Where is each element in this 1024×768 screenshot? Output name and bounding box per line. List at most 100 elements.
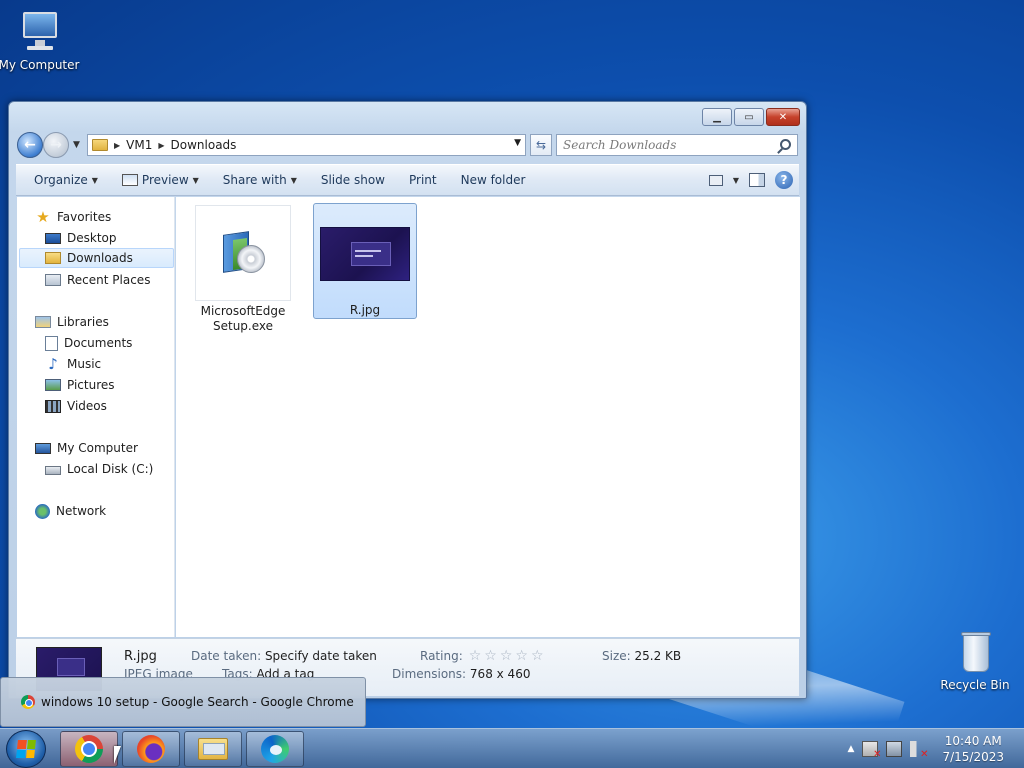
desktop-icon-label: Recycle Bin [940,678,1010,692]
libraries-icon [35,316,51,328]
installer-icon [219,227,267,279]
nav-videos[interactable]: Videos [45,396,107,416]
volume-muted-icon[interactable] [910,741,928,760]
breadcrumb-vm1[interactable]: VM1 [126,138,152,152]
recent-places-icon [45,274,61,286]
nav-label: Network [56,504,107,518]
organize-button[interactable]: Organize ▼ [22,168,110,192]
new-folder-button[interactable]: New folder [449,168,538,192]
file-name: R.jpg [349,303,381,317]
print-button[interactable]: Print [397,168,449,192]
image-thumbnail [320,227,410,281]
address-dropdown-icon[interactable]: ▼ [514,138,521,148]
details-rating: Rating: ☆☆☆☆☆ [420,648,547,664]
show-hidden-icons-icon[interactable]: ▲ [848,744,855,754]
network-tray-icon[interactable] [886,741,903,757]
organize-label: Organize [34,173,88,187]
history-dropdown-icon[interactable]: ▼ [73,140,83,150]
nav-label: Videos [67,399,107,413]
details-label: Size: [602,649,631,663]
taskbar-firefox[interactable] [122,731,180,767]
downloads-folder-icon [45,252,61,264]
help-icon[interactable]: ? [775,171,793,189]
caret-down-icon: ▼ [192,175,199,185]
hard-disk-icon [45,466,61,475]
nav-label: Libraries [57,315,109,329]
search-icon[interactable] [780,139,791,150]
preview-button[interactable]: Preview ▼ [110,168,211,192]
share-with-label: Share with [222,173,287,187]
close-button[interactable]: ✕ [766,108,800,126]
forward-button[interactable]: → [43,132,69,158]
search-input[interactable] [563,138,763,152]
nav-label: Documents [64,336,133,350]
dimensions-value: 768 x 460 [469,667,531,681]
action-center-icon[interactable] [862,741,881,760]
nav-libraries[interactable]: Libraries [35,312,109,332]
computer-icon [15,8,63,56]
caret-down-icon: ▼ [290,175,297,185]
taskbar-chrome[interactable] [60,731,118,767]
caret-down-icon[interactable]: ▼ [733,176,739,185]
file-thumbnail [195,205,291,301]
music-icon: ♪ [48,355,58,373]
desktop-icon-my-computer[interactable]: My Computer [0,8,81,72]
mouse-cursor-icon [114,746,121,764]
caret-down-icon: ▼ [91,175,98,185]
clock-time: 10:40 AM [944,734,1002,748]
address-bar[interactable]: ▶ VM1 ▶ Downloads ▼ [87,134,526,156]
minimize-button[interactable]: ▁ [702,108,732,126]
details-size: Size: 25.2 KB [602,649,681,663]
change-view-icon[interactable] [708,174,723,186]
nav-recent-places[interactable]: Recent Places [45,270,150,290]
nav-label: Favorites [57,210,112,224]
nav-label: Local Disk (C:) [67,462,154,476]
start-button[interactable] [6,730,46,768]
maximize-button[interactable]: ▭ [734,108,764,126]
date-taken-field[interactable]: Specify date taken [265,649,377,663]
nav-music[interactable]: ♪ Music [45,354,101,374]
taskbar-thumbnail-tooltip[interactable]: windows 10 setup - Google Search - Googl… [0,677,366,727]
refresh-button[interactable]: ⇆ [530,134,552,156]
nav-my-computer[interactable]: My Computer [35,438,138,458]
slide-show-button[interactable]: Slide show [309,168,397,192]
nav-network[interactable]: Network [35,501,106,521]
search-box [556,134,798,156]
chevron-right-icon[interactable]: ▶ [114,141,120,150]
file-explorer-icon [198,738,228,760]
clock[interactable]: 10:40 AM 7/15/2023 [942,733,1004,765]
nav-label: Downloads [67,251,133,265]
command-bar: Organize ▼ Preview ▼ Share with ▼ Slide … [16,164,799,196]
rating-stars[interactable]: ☆☆☆☆☆ [469,648,547,664]
windows-logo-icon [16,740,36,758]
nav-documents[interactable]: Documents [45,333,132,353]
nav-label: Music [67,357,102,371]
breadcrumb-downloads[interactable]: Downloads [171,138,237,152]
clock-date: 7/15/2023 [942,750,1004,764]
firefox-icon [137,735,165,763]
desktop-icon-recycle-bin[interactable]: Recycle Bin [933,628,1017,692]
chevron-right-icon[interactable]: ▶ [158,141,164,150]
address-row: ← → ▼ ▶ VM1 ▶ Downloads ▼ ⇆ [17,132,798,158]
details-filename: R.jpg [124,649,157,664]
nav-label: Recent Places [67,273,151,287]
nav-downloads[interactable]: Downloads [19,248,174,268]
file-name: MicrosoftEdgeSetup.exe [200,304,286,333]
nav-local-disk[interactable]: Local Disk (C:) [45,459,153,479]
window-controls: ▁ ▭ ✕ [702,108,800,126]
file-item-selected[interactable]: R.jpg [313,203,417,319]
nav-label: Pictures [67,378,115,392]
nav-desktop[interactable]: Desktop [45,228,117,248]
taskbar-edge[interactable] [246,731,304,767]
preview-label: Preview [141,173,189,187]
nav-favorites[interactable]: ★ Favorites [35,207,111,227]
nav-pictures[interactable]: Pictures [45,375,115,395]
documents-icon [45,335,58,351]
file-list: MicrosoftEdgeSetup.exe R.jpg [176,197,800,637]
taskbar-explorer[interactable] [184,731,242,767]
file-item[interactable]: MicrosoftEdgeSetup.exe [195,205,291,334]
preview-icon [121,174,138,186]
preview-pane-icon[interactable] [749,173,765,187]
back-button[interactable]: ← [17,132,43,158]
share-with-button[interactable]: Share with ▼ [211,168,309,192]
